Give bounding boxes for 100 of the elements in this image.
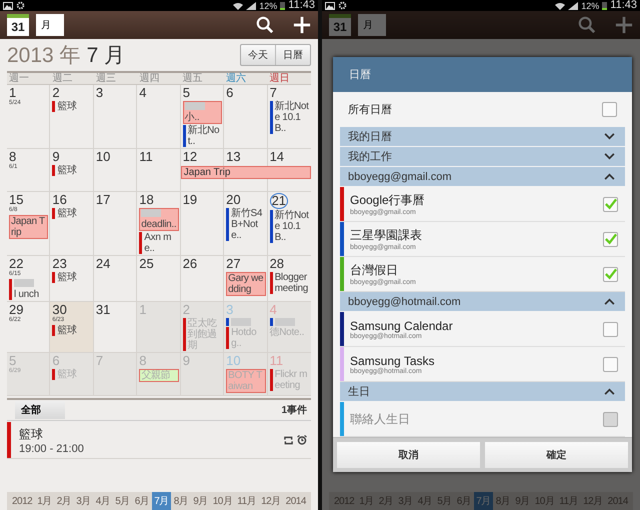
month-tab[interactable]: 12月 (259, 492, 283, 510)
event-title[interactable]: 新竹Note 10.1 B.. (274, 210, 310, 243)
calendar-name: Samsung Calendar (350, 318, 454, 332)
event-title: deadlin.. (141, 219, 176, 230)
day-cell[interactable]: 25 (137, 256, 181, 301)
checkbox[interactable] (602, 102, 617, 117)
view-dropdown[interactable]: 月 (358, 14, 386, 36)
wifi-icon (555, 2, 566, 10)
month-tab[interactable]: 8月 (172, 492, 190, 510)
day-number: 5 (9, 354, 16, 368)
day-cell[interactable]: 7 新北Note 10.1 B.. (268, 85, 311, 148)
day-number: 17 (96, 193, 110, 207)
month-tab[interactable]: 11月 (235, 492, 258, 510)
checkbox[interactable] (603, 196, 618, 212)
day-cell[interactable]: 6 (224, 85, 268, 148)
checkbox[interactable] (603, 322, 618, 336)
day-cell[interactable]: 21 新竹Note 10.1 B.. (268, 192, 311, 255)
dialog-button[interactable]: 取消 (337, 442, 480, 468)
day-cell[interactable]: 16 籃球 (50, 192, 94, 255)
checkbox[interactable] (603, 232, 618, 246)
day-cell[interactable]: 19 (180, 192, 224, 255)
day-cell[interactable]: 17 (94, 192, 138, 255)
battery-icon (602, 1, 608, 10)
calendar-app-icon[interactable]: 31 (7, 14, 29, 36)
calendar-name: 台灣假日 (350, 262, 399, 278)
weekday-label: 週三 (94, 73, 117, 84)
dialog-button[interactable]: 確定 (485, 442, 628, 468)
day-cell[interactable]: 3 (94, 85, 138, 148)
day-cell[interactable]: 5 小.. 新北Not.. (180, 85, 224, 148)
day-cell[interactable]: 24 (94, 256, 138, 301)
day-number: 4 (139, 86, 147, 100)
day-number: 6 (52, 354, 60, 368)
event-title[interactable]: 籃球 (57, 208, 77, 219)
search-icon[interactable] (256, 16, 274, 34)
group-header[interactable]: 生日 (340, 382, 625, 401)
day-cell[interactable]: 18 deadlin.. Axn me.. (137, 192, 181, 255)
clock-time: 11:43 (610, 0, 637, 11)
event-title[interactable]: Blogger meeting (274, 272, 310, 294)
day-number: 7 (96, 354, 104, 368)
month-tab[interactable]: 9月 (191, 492, 210, 510)
calendar-name: 三星學園課表 (350, 227, 423, 244)
group-title: bboyegg@hotmail.com (348, 296, 461, 308)
event-title: 小.. (184, 112, 200, 123)
event-block[interactable]: Japan Trip (180, 166, 311, 179)
day-number: 12 (182, 150, 198, 164)
month-tab[interactable]: 3月 (74, 492, 93, 510)
group-header[interactable]: 我的日曆 (340, 127, 625, 146)
month-tab[interactable]: 2014 (284, 492, 308, 510)
day-number: 10 (226, 354, 241, 368)
dialog-title: 日曆 (333, 57, 632, 92)
event-count: 1事件 (281, 404, 308, 417)
day-cell[interactable]: 28 Blogger meeting (268, 256, 311, 301)
header-button[interactable]: 今天 (241, 45, 275, 65)
event-title[interactable]: 新北Not.. (188, 125, 222, 147)
group-title: bboyegg@gmail.com (348, 170, 452, 182)
day-cell[interactable]: 9 籃球 (50, 149, 94, 191)
clock-time: 11:43 (288, 0, 315, 11)
event-title[interactable]: Axn me.. (144, 232, 179, 254)
event-title[interactable]: 籃球 (57, 325, 77, 336)
month-tab[interactable]: 6月 (132, 492, 152, 510)
event-title[interactable]: 籃球 (57, 101, 77, 112)
day-cell[interactable]: 23 籃球 (50, 256, 94, 301)
event-block[interactable]: deadlin.. (139, 208, 179, 231)
filter-dropdown[interactable]: 全部 (15, 401, 65, 419)
weekday-label: 週日 (268, 73, 291, 84)
event-list-item[interactable]: 籃球 19:00 - 21:00 (7, 422, 311, 459)
month-tab[interactable]: 5月 (113, 492, 132, 510)
event-title[interactable]: 籃球 (57, 165, 77, 176)
event-title[interactable]: 新竹S4 B+Note.. (231, 208, 266, 241)
group-header[interactable]: bboyegg@gmail.com (340, 167, 625, 186)
day-cell[interactable]: 10 (94, 149, 138, 191)
event-block[interactable]: 小.. (182, 101, 222, 124)
weekday-label: 週五 (182, 73, 204, 84)
day-cell[interactable]: 27 Gary wedding (224, 256, 268, 301)
day-cell[interactable]: 20 新竹S4 B+Note.. (224, 192, 268, 255)
event-title[interactable]: l unch (14, 289, 39, 300)
add-icon[interactable] (293, 16, 311, 34)
year-title: 2013 年 (7, 43, 81, 69)
month-tab[interactable]: 4月 (94, 492, 112, 510)
group-header[interactable]: 我的工作 (340, 147, 625, 166)
month-tab[interactable]: 2012 (10, 492, 34, 510)
day-cell[interactable]: 4 (137, 85, 181, 148)
month-tab[interactable]: 10月 (210, 492, 234, 510)
event-title[interactable]: 新北Note 10.1 B.. (274, 101, 310, 134)
day-number: 9 (182, 354, 190, 368)
event-title[interactable]: 籃球 (57, 272, 77, 283)
day-number: 25 (139, 257, 154, 271)
month-tab[interactable]: 2月 (54, 492, 74, 510)
day-number: 23 (52, 257, 67, 271)
gear-icon (338, 1, 347, 10)
checkbox[interactable] (603, 266, 618, 282)
month-tab[interactable]: 7月 (152, 492, 171, 510)
day-cell[interactable]: 2 籃球 (50, 85, 94, 148)
day-cell[interactable]: 26 (180, 256, 224, 301)
checkbox[interactable] (603, 356, 618, 372)
month-tab[interactable]: 1月 (35, 492, 54, 510)
view-dropdown[interactable]: 月 (36, 14, 64, 36)
header-button[interactable]: 日曆 (275, 45, 310, 65)
group-header[interactable]: bboyegg@hotmail.com (340, 292, 625, 311)
day-number: 14 (270, 150, 284, 164)
